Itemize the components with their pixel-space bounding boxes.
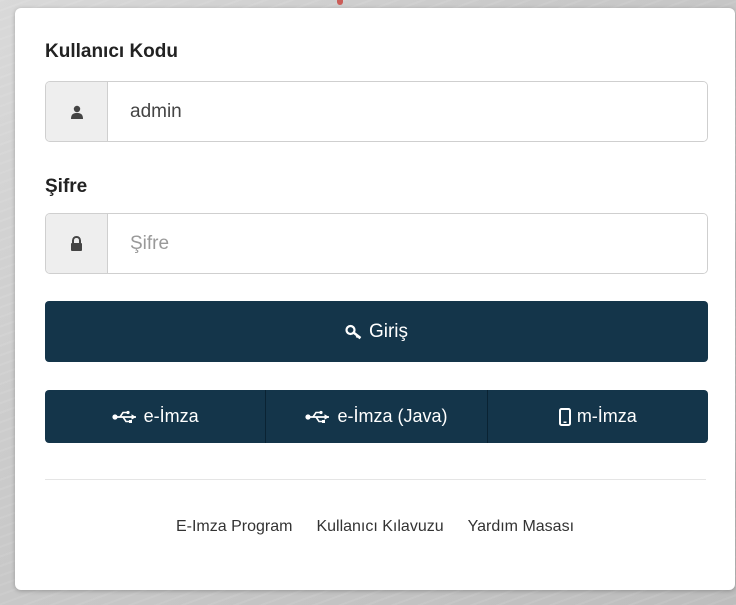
login-button-label: Giriş xyxy=(368,320,409,342)
footer-link-e-imza-program[interactable]: E-Imza Program xyxy=(176,518,292,536)
m-imza-button[interactable]: m-İmza xyxy=(486,390,708,443)
e-imza-button[interactable]: e-İmza xyxy=(45,390,266,443)
mobile-phone-icon xyxy=(558,407,571,426)
e-imza-java-button[interactable]: e-İmza (Java) xyxy=(265,390,487,443)
lock-addon xyxy=(46,214,108,273)
usb-icon xyxy=(305,410,331,424)
user-addon xyxy=(46,82,108,141)
footer-link-user-guide[interactable]: Kullanıcı Kılavuzu xyxy=(316,518,443,536)
username-input[interactable] xyxy=(108,82,707,141)
user-icon xyxy=(70,105,84,119)
password-group xyxy=(45,213,708,274)
footer-link-help-desk[interactable]: Yardım Masası xyxy=(468,518,574,536)
password-input[interactable] xyxy=(108,214,707,273)
e-imza-label: e-İmza xyxy=(143,406,199,426)
login-card: Kullanıcı Kodu Şifre xyxy=(15,8,735,590)
usb-icon xyxy=(112,410,138,424)
key-icon xyxy=(345,324,363,340)
lock-icon xyxy=(70,236,83,251)
divider xyxy=(45,479,706,480)
footer-links: E-Imza Program Kullanıcı Kılavuzu Yardım… xyxy=(15,518,735,536)
username-group xyxy=(45,81,708,142)
username-label: Kullanıcı Kodu xyxy=(45,41,178,62)
e-imza-java-label: e-İmza (Java) xyxy=(337,406,448,426)
signature-options: e-İmza e-İmza (Java) m-İmza xyxy=(45,390,708,443)
login-button[interactable]: Giriş xyxy=(45,301,708,362)
password-label: Şifre xyxy=(45,176,88,197)
m-imza-label: m-İmza xyxy=(576,406,637,426)
